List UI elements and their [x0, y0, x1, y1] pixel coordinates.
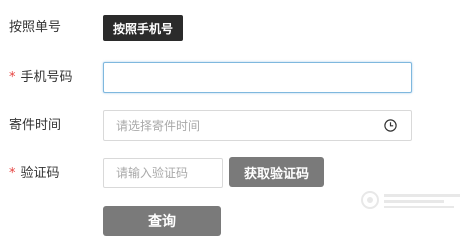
clock-icon[interactable] — [384, 119, 397, 132]
query-submit-button[interactable]: 查询 — [103, 206, 221, 236]
phone-input[interactable] — [103, 62, 412, 93]
get-code-button[interactable]: 获取验证码 — [229, 157, 324, 187]
required-asterisk: * — [9, 166, 16, 181]
required-asterisk: * — [9, 70, 16, 85]
code-label: 验证码 — [20, 166, 60, 181]
code-label-group: * 验证码 — [9, 166, 60, 182]
query-by-phone-button[interactable]: 按照手机号 — [103, 15, 183, 41]
send-time-input[interactable] — [103, 110, 412, 141]
query-mode-label: 按照单号 — [9, 20, 62, 35]
send-time-label: 寄件时间 — [9, 118, 62, 133]
watermark-logo — [361, 191, 460, 209]
phone-label-group: * 手机号码 — [9, 70, 73, 86]
phone-label: 手机号码 — [20, 70, 73, 85]
verification-code-input[interactable] — [103, 158, 223, 188]
